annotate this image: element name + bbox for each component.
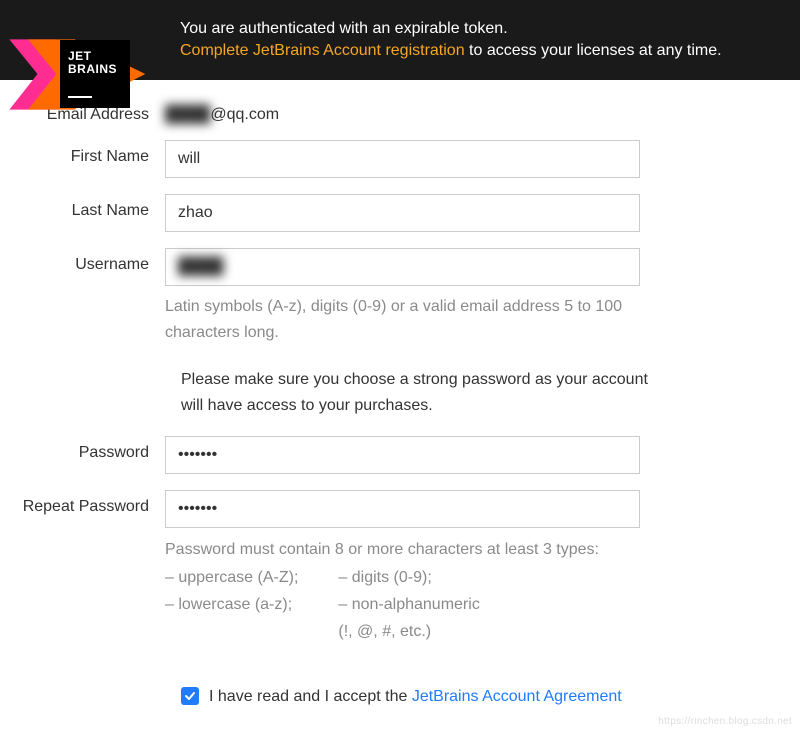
username-hint: Latin symbols (A-z), digits (0-9) or a v…	[165, 294, 640, 345]
banner-message: You are authenticated with an expirable …	[180, 18, 800, 63]
logo-underline-icon	[68, 96, 92, 98]
repeat-password-row: Repeat Password Password must contain 8 …	[20, 490, 780, 645]
rule-nonalpha-examples: (!, @, #, etc.)	[338, 618, 479, 645]
email-masked: ████	[165, 106, 210, 123]
complete-registration-link[interactable]: Complete JetBrains Account registration	[180, 42, 465, 59]
registration-form: Email Address ████@qq.com First Name Las…	[0, 80, 800, 709]
password-rules: Password must contain 8 or more characte…	[165, 536, 640, 645]
first-name-input[interactable]	[165, 140, 640, 178]
check-icon	[184, 690, 196, 702]
username-input[interactable]: ████	[165, 248, 640, 286]
agreement-link[interactable]: JetBrains Account Agreement	[412, 688, 622, 705]
auth-banner: JET BRAINS You are authenticated with an…	[0, 0, 800, 80]
rule-lowercase: – lowercase (a-z);	[165, 591, 298, 618]
agreement-text-pre: I have read and I accept the	[209, 688, 412, 705]
banner-text-post: to access your licenses at any time.	[465, 42, 722, 59]
email-domain: @qq.com	[210, 106, 279, 123]
password-label: Password	[20, 436, 165, 462]
first-name-label: First Name	[20, 140, 165, 166]
agreement-label: I have read and I accept the JetBrains A…	[209, 685, 622, 709]
watermark: https://rinchen.blog.csdn.net	[658, 716, 792, 727]
logo-text-line2: BRAINS	[68, 63, 117, 76]
logo-badge: JET BRAINS	[60, 40, 130, 108]
last-name-label: Last Name	[20, 194, 165, 220]
last-name-input[interactable]	[165, 194, 640, 232]
username-masked: ████	[178, 258, 223, 276]
username-row: Username ████ Latin symbols (A-z), digit…	[20, 248, 780, 345]
banner-text-pre: You are authenticated with an expirable …	[180, 20, 508, 37]
email-value: ████@qq.com	[165, 98, 640, 124]
password-info-wrap: Please make sure you choose a strong pas…	[181, 367, 656, 418]
rule-digits: – digits (0-9);	[338, 564, 479, 591]
password-row: Password	[20, 436, 780, 474]
repeat-password-label: Repeat Password	[20, 490, 165, 516]
rule-uppercase: – uppercase (A-Z);	[165, 564, 298, 591]
password-input[interactable]	[165, 436, 640, 474]
password-rules-intro: Password must contain 8 or more characte…	[165, 536, 640, 563]
username-label: Username	[20, 248, 165, 274]
last-name-row: Last Name	[20, 194, 780, 232]
rule-nonalpha: – non-alphanumeric	[338, 591, 479, 618]
repeat-password-input[interactable]	[165, 490, 640, 528]
agreement-checkbox[interactable]	[181, 687, 199, 705]
password-info: Please make sure you choose a strong pas…	[181, 367, 656, 418]
first-name-row: First Name	[20, 140, 780, 178]
agreement-row: I have read and I accept the JetBrains A…	[181, 685, 661, 709]
